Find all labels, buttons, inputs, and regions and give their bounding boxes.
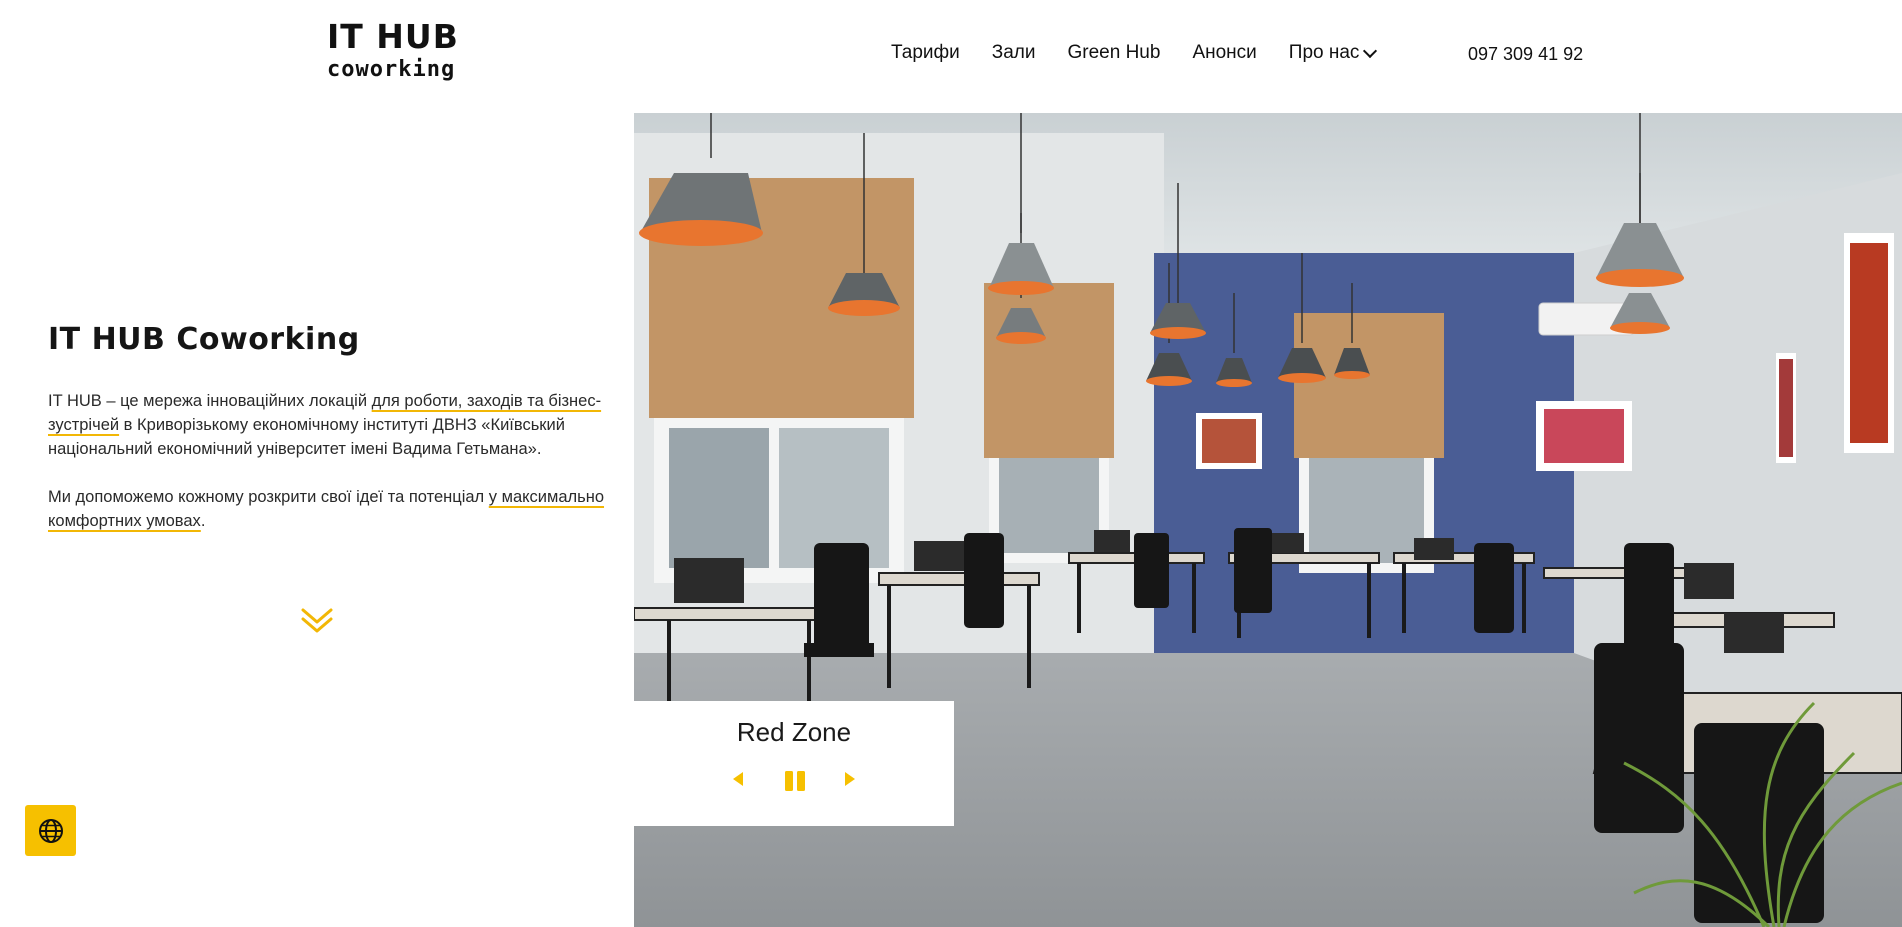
hero-paragraph-2: Ми допоможемо кожному розкрити свої ідеї… [48,485,608,533]
hero-text-part: IT HUB – це мережа інноваційних локацій [48,392,372,410]
nav-item-about-label: Про нас [1288,42,1360,63]
hero-title: IT HUB Coworking [48,322,360,357]
slide-caption-card: Red Zone [634,701,954,826]
nav-item-halls[interactable]: Зали [992,42,1036,64]
nav-item-announcements[interactable]: Анонси [1192,42,1256,64]
nav-item-tariffs[interactable]: Тарифи [891,42,960,64]
logo[interactable]: IT HUB coworking [327,20,459,81]
hero-paragraph-1: IT HUB – це мережа інноваційних локацій … [48,389,608,461]
main-nav: Тарифи Зали Green Hub Анонси Про нас [891,42,1378,64]
pause-icon[interactable] [784,770,806,792]
next-arrow-icon[interactable] [844,771,856,787]
hero-text-part: . [200,512,206,530]
nav-item-about[interactable]: Про нас [1288,42,1378,64]
hero-text-part: Ми допоможемо кожному розкрити свої ідеї… [48,488,489,506]
logo-title: IT HUB [327,17,459,56]
hero-description: IT HUB – це мережа інноваційних локацій … [48,389,608,557]
prev-arrow-icon[interactable] [732,771,744,787]
globe-icon [38,818,63,843]
logo-subtitle: coworking [327,57,456,82]
chevron-down-icon [1363,43,1378,58]
slide-title: Red Zone [736,717,852,747]
nav-item-green-hub[interactable]: Green Hub [1068,42,1161,64]
hero-text-part: в Криворізькому економічному інституті Д… [48,416,565,458]
chevron-double-down-icon[interactable] [300,606,334,636]
phone-link[interactable]: 097 309 41 92 [1468,44,1583,65]
language-button[interactable] [25,805,76,856]
